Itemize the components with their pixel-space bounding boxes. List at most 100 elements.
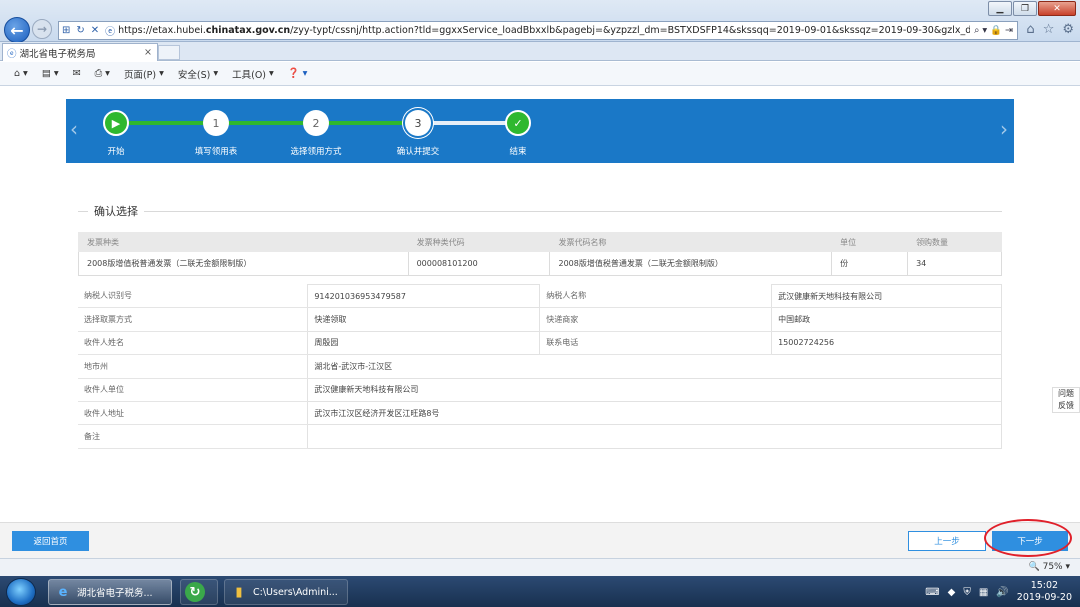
detail-row: 备注 (78, 424, 1002, 449)
browser-right-icons: ⌂ ☆ ⚙ (1026, 22, 1074, 37)
print-icon[interactable]: ⎙ ▾ (95, 68, 110, 79)
search-icon[interactable]: ⌕ ▾ 🔒 ⇥ (970, 25, 1017, 36)
courier-value: 中国邮政 (771, 307, 1002, 332)
table-cell: 2008版增值税普通发票（二联无金额限制版） (78, 251, 409, 276)
detail-row: 选择取票方式 快递领取 快递商家 中国邮政 (78, 307, 1002, 332)
ie-tab-icon: ⓔ (7, 48, 17, 60)
detail-label: 备注 (78, 424, 308, 449)
menu-tools[interactable]: 工具(O) ▾ (232, 67, 274, 81)
system-tray: ⌨ ◆ ⛨ ▦ 🔊 15:02 2019-09-20 (925, 578, 1072, 606)
step-label: 确认并提交 (396, 147, 440, 157)
detail-row: 收件人单位 武汉健康新天地科技有限公司 (78, 377, 1002, 402)
taskbar-pinned-app[interactable]: ↻ (180, 579, 218, 605)
menu-page[interactable]: 页面(P) ▾ (124, 67, 164, 81)
maximize-button[interactable]: ❐ (1013, 1, 1037, 16)
detail-label: 收件人姓名 (78, 331, 308, 356)
gear-icon[interactable]: ⚙ (1062, 22, 1074, 37)
new-tab-button[interactable] (158, 45, 180, 60)
region-value: 湖北省-武汉市-江汉区 (307, 354, 1002, 379)
detail-label: 收件人单位 (78, 378, 308, 402)
start-button[interactable] (6, 578, 36, 606)
back-arrow-icon: ← (10, 20, 24, 40)
detail-row: 收件人姓名 周殷园 联系电话 15002724256 (78, 330, 1002, 356)
mail-icon[interactable]: ✉ (73, 68, 81, 79)
recipient-org-value: 武汉健康新天地科技有限公司 (307, 377, 1002, 402)
close-window-button[interactable]: ✕ (1038, 1, 1076, 16)
table-cell: 份 (831, 251, 909, 276)
network-icon[interactable]: ▦ (979, 587, 988, 598)
step-2-circle: 2 (303, 110, 329, 136)
action-bar: 返回首页 上一步 下一步 (0, 522, 1080, 558)
tab-close-icon[interactable]: × (144, 47, 152, 58)
home-icon[interactable]: ⌂ (1026, 22, 1034, 37)
step-start-icon: ▶ (103, 110, 129, 136)
folder-icon: ▮ (235, 584, 243, 600)
refresh-icon[interactable]: ↻ (76, 25, 84, 36)
chevron-right-icon[interactable]: › (1000, 117, 1008, 141)
taskbar-explorer-window[interactable]: ▮ C:\Users\Admini... (224, 579, 348, 605)
favorites-star-icon[interactable]: ☆ (1043, 22, 1055, 37)
detail-label: 纳税人名称 (539, 284, 772, 309)
progress-stepper: ‹ › ▶ 1 2 3 ✓ 开始 填写领用表 选择领用方式 确认并提交 结束 (66, 99, 1014, 163)
clock[interactable]: 15:02 2019-09-20 (1017, 580, 1072, 604)
taskbar-item-label: 湖北省电子税务... (77, 588, 153, 599)
detail-row: 纳税人识别号 914201036953479587 纳税人名称 武汉健康新天地科… (78, 283, 1002, 309)
keyboard-icon[interactable]: ⌨ (925, 587, 939, 598)
column-header: 领购数量 (907, 232, 1002, 252)
address-bar[interactable]: ⊞ ↻ ✕ ⓔ https://etax.hubei.chinatax.gov.… (58, 21, 1018, 40)
ie-icon: e (58, 584, 68, 600)
detail-row: 地市州 湖北省-武汉市-江汉区 (78, 354, 1002, 379)
invoice-table: 发票种类 发票种类代码 发票代码名称 单位 领购数量 2008版增值税普通发票（… (78, 232, 1002, 276)
step-connector (316, 121, 418, 125)
tab-row: ⓔ 湖北省电子税务局 × (0, 42, 1080, 61)
help-icon[interactable]: ❓ ▾ (288, 68, 308, 79)
step-label: 结束 (509, 147, 527, 157)
forward-button[interactable]: → (32, 19, 52, 39)
step-connector (116, 121, 216, 125)
menu-safety[interactable]: 安全(S) ▾ (178, 67, 218, 81)
highlight-annotation (984, 519, 1072, 557)
ie-page-icon: ⓔ (105, 27, 116, 38)
compat-view-icon[interactable]: ⊞ (62, 25, 70, 36)
feedback-label: 反馈 (1058, 401, 1074, 410)
taxpayer-name-value: 武汉健康新天地科技有限公司 (771, 283, 1002, 309)
step-connector (418, 121, 518, 125)
recipient-name-value: 周殷园 (307, 330, 541, 356)
zoom-level[interactable]: 🔍 75% ▾ (1029, 562, 1070, 572)
step-end-check-icon: ✓ (505, 110, 531, 136)
column-header: 发票种类代码 (407, 232, 551, 252)
divider (78, 211, 1002, 212)
taskbar-ie-window[interactable]: e 湖北省电子税务... (48, 579, 172, 605)
chevron-left-icon[interactable]: ‹ (70, 117, 78, 141)
feeds-icon[interactable]: ▤ ▾ (42, 68, 59, 79)
back-button[interactable]: ← (4, 17, 30, 43)
command-bar: ⌂ ▾ ▤ ▾ ✉ ⎙ ▾ 页面(P) ▾ 安全(S) ▾ 工具(O) ▾ ❓ … (0, 62, 1080, 86)
detail-label: 地市州 (78, 354, 308, 379)
forward-arrow-icon: → (36, 22, 48, 36)
table-cell: 34 (907, 251, 1002, 276)
stop-icon[interactable]: ✕ (91, 25, 99, 36)
back-to-home-button[interactable]: 返回首页 (12, 531, 89, 551)
feedback-label: 问题 (1058, 389, 1074, 398)
tray-app-icon[interactable]: ◆ (948, 587, 956, 598)
step-label: 开始 (107, 147, 125, 157)
column-header: 发票代码名称 (549, 232, 833, 252)
table-cell: 000008101200 (407, 251, 551, 276)
table-header-row: 发票种类 发票种类代码 发票代码名称 单位 领购数量 (78, 232, 1002, 252)
step-connector (216, 121, 316, 125)
tab-active[interactable]: ⓔ 湖北省电子税务局 × (2, 43, 158, 61)
previous-step-button[interactable]: 上一步 (908, 531, 986, 551)
window-controls: ▁ ❐ ✕ (988, 1, 1076, 16)
detail-label: 纳税人识别号 (78, 284, 308, 309)
home-cmd-icon[interactable]: ⌂ ▾ (14, 68, 28, 79)
taskbar-item-label: C:\Users\Admini... (253, 586, 338, 598)
shield-icon[interactable]: ⛨ (963, 587, 971, 598)
tab-title: 湖北省电子税务局 (19, 48, 96, 60)
feedback-button[interactable]: 问题 反馈 (1052, 387, 1080, 413)
volume-icon[interactable]: 🔊 (996, 587, 1008, 598)
detail-label: 快递商家 (539, 307, 772, 332)
table-cell: 2008版增值税普通发票（二联无金额限制版） (549, 251, 833, 276)
minimize-button[interactable]: ▁ (988, 1, 1012, 16)
windows-taskbar: e 湖北省电子税务... ↻ ▮ C:\Users\Admini... ⌨ ◆ … (0, 576, 1080, 607)
recipient-address-value: 武汉市江汉区经济开发区江旺路8号 (307, 400, 1002, 426)
